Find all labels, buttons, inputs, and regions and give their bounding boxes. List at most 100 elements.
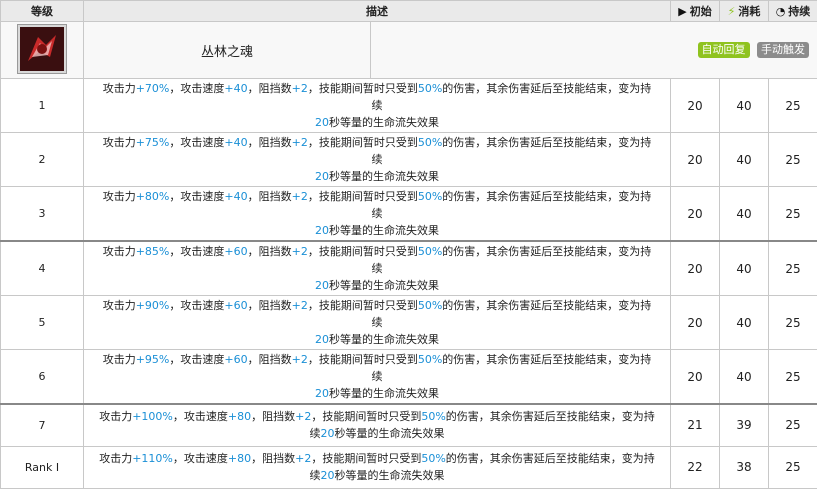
col-duration: ◔持续	[769, 1, 817, 22]
description-segment: 续	[310, 427, 321, 440]
row-description: 攻击力+100%，攻击速度+80，阻挡数+2，技能期间暂时只受到50%的伤害，其…	[84, 404, 671, 446]
description-segment: ，技能期间暂时只受到	[311, 452, 421, 465]
description-segment: 20	[315, 333, 329, 346]
row-level: 5	[1, 296, 84, 350]
description-segment: 攻击力	[103, 353, 136, 366]
row-description: 攻击力+70%，攻击速度+40，阻挡数+2，技能期间暂时只受到50%的伤害，其余…	[84, 79, 671, 133]
col-duration-label: 持续	[788, 5, 810, 18]
description-segment: ，阻挡数	[248, 353, 292, 366]
row-cost: 40	[720, 187, 769, 242]
description-segment: ，阻挡数	[248, 190, 292, 203]
description-segment: 20	[315, 224, 329, 237]
description-segment: 秒等量的生命流失效果	[329, 170, 439, 183]
table-row: 7 攻击力+100%，攻击速度+80，阻挡数+2，技能期间暂时只受到50%的伤害，…	[1, 404, 817, 446]
row-duration: 25	[769, 133, 817, 187]
row-duration: 25	[769, 446, 817, 488]
description-segment: 50%	[421, 410, 445, 423]
row-initial: 21	[671, 404, 720, 446]
description-line: 20秒等量的生命流失效果	[98, 385, 656, 402]
table-row: 5攻击力+90%，攻击速度+60，阻挡数+2，技能期间暂时只受到50%的伤害，其…	[1, 296, 817, 350]
skill-name: 丛林之魂	[84, 22, 371, 79]
description-segment: ，技能期间暂时只受到	[308, 299, 418, 312]
description-segment: +100%	[132, 410, 173, 423]
description-segment: ，技能期间暂时只受到	[311, 410, 421, 423]
bolt-icon: ⚡	[728, 5, 736, 18]
row-level: 4	[1, 241, 84, 296]
table-row: Rank Ⅰ攻击力+110%，攻击速度+80，阻挡数+2，技能期间暂时只受到50…	[1, 446, 817, 488]
description-segment: +2	[292, 82, 308, 95]
description-segment: +75%	[136, 136, 170, 149]
description-line: 攻击力+100%，攻击速度+80，阻挡数+2，技能期间暂时只受到50%的伤害，其…	[98, 408, 656, 425]
description-segment: +80	[228, 410, 251, 423]
row-duration: 25	[769, 79, 817, 133]
description-segment: 攻击力	[99, 410, 132, 423]
skill-table: 丛林之魂 自动回复 手动触发 等级 描述 ▶初始 ⚡消耗 ◔持续 1攻击力+70…	[0, 0, 817, 489]
description-segment: ，攻击速度	[173, 452, 228, 465]
description-segment: +2	[292, 136, 308, 149]
description-segment: ，技能期间暂时只受到	[308, 82, 418, 95]
col-cost: ⚡消耗	[720, 1, 769, 22]
description-line: 攻击力+75%，攻击速度+40，阻挡数+2，技能期间暂时只受到50%的伤害，其余…	[98, 134, 656, 168]
col-initial: ▶初始	[671, 1, 720, 22]
description-segment: 50%	[418, 136, 442, 149]
description-segment: ，技能期间暂时只受到	[308, 353, 418, 366]
row-cost: 40	[720, 133, 769, 187]
skill-header-row: 丛林之魂 自动回复 手动触发	[1, 22, 817, 79]
row-level: Rank Ⅰ	[1, 446, 84, 488]
description-segment: 秒等量的生命流失效果	[329, 116, 439, 129]
description-line: 20秒等量的生命流失效果	[98, 331, 656, 348]
description-segment: ，攻击速度	[169, 82, 224, 95]
row-level: 6	[1, 350, 84, 405]
row-description: 攻击力+90%，攻击速度+60，阻挡数+2，技能期间暂时只受到50%的伤害，其余…	[84, 296, 671, 350]
tag-auto-recovery: 自动回复	[698, 42, 750, 58]
description-segment: +2	[295, 410, 311, 423]
row-cost: 40	[720, 241, 769, 296]
row-initial: 20	[671, 241, 720, 296]
description-segment: 攻击力	[103, 245, 136, 258]
description-segment: +60	[224, 353, 247, 366]
description-segment: +40	[224, 190, 247, 203]
clock-icon: ◔	[776, 5, 786, 18]
table-row: 4攻击力+85%，攻击速度+60，阻挡数+2，技能期间暂时只受到50%的伤害，其…	[1, 241, 817, 296]
description-segment: ，攻击速度	[169, 353, 224, 366]
description-segment: 秒等量的生命流失效果	[329, 279, 439, 292]
col-cost-label: 消耗	[738, 5, 760, 18]
row-duration: 25	[769, 296, 817, 350]
row-level: 3	[1, 187, 84, 242]
description-segment: 秒等量的生命流失效果	[335, 427, 445, 440]
description-line: 20秒等量的生命流失效果	[98, 168, 656, 185]
description-segment: ，阻挡数	[251, 410, 295, 423]
row-cost: 39	[720, 404, 769, 446]
description-segment: 20	[315, 387, 329, 400]
row-description: 攻击力+95%，攻击速度+60，阻挡数+2，技能期间暂时只受到50%的伤害，其余…	[84, 350, 671, 405]
row-initial: 20	[671, 187, 720, 242]
description-segment: 50%	[421, 452, 445, 465]
description-segment: +2	[292, 190, 308, 203]
description-segment: 攻击力	[103, 136, 136, 149]
description-segment: ，阻挡数	[248, 245, 292, 258]
description-segment: ，技能期间暂时只受到	[308, 136, 418, 149]
description-segment: ，攻击速度	[169, 190, 224, 203]
description-line: 20秒等量的生命流失效果	[98, 114, 656, 131]
table-row: 1攻击力+70%，攻击速度+40，阻挡数+2，技能期间暂时只受到50%的伤害，其…	[1, 79, 817, 133]
description-segment: ，技能期间暂时只受到	[308, 190, 418, 203]
row-description: 攻击力+80%，攻击速度+40，阻挡数+2，技能期间暂时只受到50%的伤害，其余…	[84, 187, 671, 242]
description-segment: 秒等量的生命流失效果	[335, 469, 445, 482]
description-segment: 攻击力	[99, 452, 132, 465]
row-duration: 25	[769, 404, 817, 446]
description-segment: ，攻击速度	[173, 410, 228, 423]
description-segment: +40	[224, 136, 247, 149]
description-segment: +60	[224, 245, 247, 258]
row-description: 攻击力+75%，攻击速度+40，阻挡数+2，技能期间暂时只受到50%的伤害，其余…	[84, 133, 671, 187]
row-level: 7	[1, 404, 84, 446]
description-segment: 攻击力	[103, 299, 136, 312]
row-description: 攻击力+85%，攻击速度+60，阻挡数+2，技能期间暂时只受到50%的伤害，其余…	[84, 241, 671, 296]
description-segment: ，攻击速度	[169, 136, 224, 149]
description-segment: 20	[315, 170, 329, 183]
tag-manual-trigger: 手动触发	[757, 42, 809, 58]
play-icon: ▶	[678, 5, 686, 18]
description-line: 攻击力+80%，攻击速度+40，阻挡数+2，技能期间暂时只受到50%的伤害，其余…	[98, 188, 656, 222]
description-segment: +110%	[132, 452, 173, 465]
table-row: 2攻击力+75%，攻击速度+40，阻挡数+2，技能期间暂时只受到50%的伤害，其…	[1, 133, 817, 187]
description-segment: 的伤害，其余伤害延后至技能结束，变为持	[446, 452, 655, 465]
